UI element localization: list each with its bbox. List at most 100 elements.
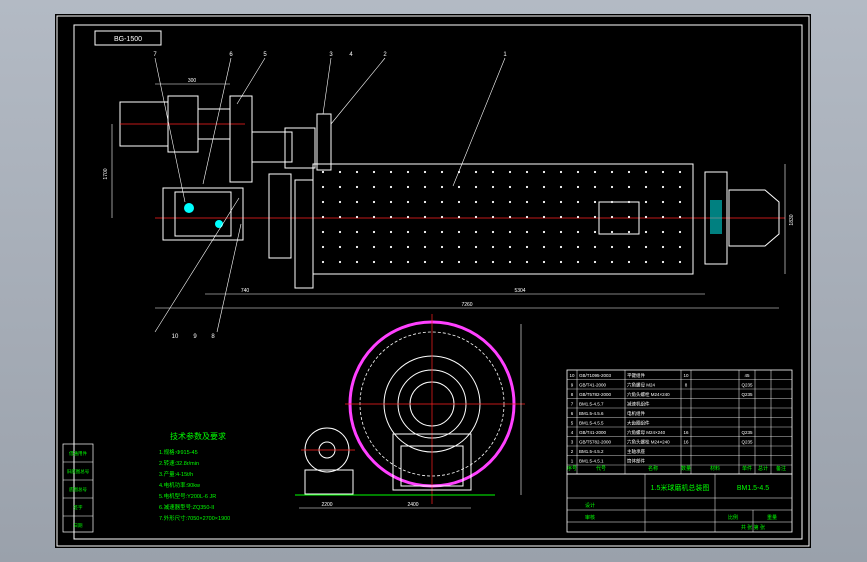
drum-bolt xyxy=(338,200,342,204)
drum-bolt xyxy=(491,170,495,174)
scale-label: 比例 xyxy=(728,514,738,521)
drum-bolt xyxy=(440,230,444,234)
drum-bolt xyxy=(576,245,580,249)
drum-bolt xyxy=(627,185,631,189)
drum-bolt xyxy=(508,170,512,174)
drum-bolt xyxy=(576,215,580,219)
drum-bolt xyxy=(389,230,393,234)
drum-bolt xyxy=(474,245,478,249)
drum-bolt xyxy=(559,260,563,264)
drum-bolt xyxy=(559,230,563,234)
callout-2: 2 xyxy=(383,52,387,58)
drum-bolt xyxy=(338,215,342,219)
bom-cell: 8 xyxy=(571,392,574,397)
bom-cell: 4 xyxy=(571,430,574,435)
drum-bolt xyxy=(525,185,529,189)
dim-left-height: 1700 xyxy=(103,168,109,179)
bom-header-cell: 总计 xyxy=(758,465,768,472)
leader-2 xyxy=(330,57,386,125)
drum-bolt xyxy=(457,185,461,189)
drum-bolt xyxy=(678,260,682,264)
bom-cell: GB/T5782-2000 xyxy=(579,392,612,397)
callout-4: 4 xyxy=(349,52,353,58)
front-view: 2200 2400 xyxy=(295,314,525,509)
drum-bolt xyxy=(610,215,614,219)
drum-bolt xyxy=(559,170,563,174)
bom-cell: Q235 xyxy=(741,392,753,397)
drum-bolt xyxy=(355,230,359,234)
callout-3: 3 xyxy=(329,52,333,58)
drum-bolt xyxy=(576,230,580,234)
title-block-frame xyxy=(566,473,793,533)
bom-header-cell: 材料 xyxy=(710,465,720,472)
drum-bolt xyxy=(372,215,376,219)
drum-bolt xyxy=(355,215,359,219)
callout-1: 1 xyxy=(503,52,507,58)
bom-cell: GB/T5782-2000 xyxy=(579,440,612,445)
drum-bolt xyxy=(491,185,495,189)
leader-5 xyxy=(236,57,266,105)
drum-bolt xyxy=(423,170,427,174)
drum-bolt xyxy=(661,185,665,189)
tech-line-5: 5.电机型号:Y200L-6 JR xyxy=(159,492,216,500)
bom-table: 10 GB/T1095-2003 平键组件 10 459 GB/T41-2000 六角螺母 … xyxy=(566,369,793,475)
drum-bolt xyxy=(491,230,495,234)
bom-cell: 8 xyxy=(685,383,688,388)
drum-bolt xyxy=(389,200,393,204)
drum-bolt xyxy=(491,215,495,219)
bom-header-cell: 单件 xyxy=(742,465,752,472)
dim-bottom-b: 5304 xyxy=(514,288,525,294)
drum-bolt xyxy=(321,260,325,264)
drum-bolt xyxy=(457,200,461,204)
drum-bolt xyxy=(440,260,444,264)
drum-bolt xyxy=(423,200,427,204)
bom-cell: 主轴承座 xyxy=(627,448,645,455)
callout-10: 10 xyxy=(172,334,179,340)
drum-bolt xyxy=(627,260,631,264)
drum-bolt xyxy=(406,215,410,219)
drum-bolt xyxy=(627,170,631,174)
bom-cell: 电机组件 xyxy=(627,410,645,417)
drum-bolt xyxy=(644,230,648,234)
bom-cell: 7 xyxy=(571,402,574,407)
sheet-label: 共 张 第 张 xyxy=(741,524,765,531)
cad-viewport[interactable]: BG-1500 300 1700 740 5304 7260 1830 7 6 … xyxy=(0,0,867,562)
bearing-right-core xyxy=(710,200,722,234)
drum-bolt xyxy=(678,200,682,204)
drum-bolt xyxy=(559,215,563,219)
drum-bolt xyxy=(508,215,512,219)
drum-bolt xyxy=(610,245,614,249)
drum-bolt xyxy=(423,185,427,189)
drum-bolt xyxy=(406,230,410,234)
title-tag: BG-1500 xyxy=(114,36,142,43)
drum-bolt xyxy=(593,230,597,234)
drum-bolt xyxy=(389,170,393,174)
drawing-no: BM1.5-4.5 xyxy=(737,485,769,492)
drum-bolt xyxy=(491,260,495,264)
bom-cell: 16 xyxy=(683,430,689,435)
drum-bolt xyxy=(406,260,410,264)
drum-bolt xyxy=(321,200,325,204)
top-view: 300 1700 740 5304 7260 1830 7 6 5 3 4 2 … xyxy=(103,52,795,340)
drum-bolt xyxy=(661,260,665,264)
drum-bolt xyxy=(593,260,597,264)
leader-7 xyxy=(154,57,186,203)
drum-bolt xyxy=(423,215,427,219)
drum-bolt xyxy=(610,170,614,174)
drum-bolt xyxy=(457,215,461,219)
bom-cell: 10 xyxy=(683,373,689,378)
drum-bolt xyxy=(644,260,648,264)
callout-7: 7 xyxy=(153,52,157,58)
drum-bolt xyxy=(627,245,631,249)
drum-bolt xyxy=(542,230,546,234)
tech-notes: 技术参数及要求 1.规格:Φ915-45 2.转速:32.8r/min 3.产量… xyxy=(159,431,230,522)
bom-cell: 1 xyxy=(571,459,574,464)
gearbox xyxy=(229,95,253,183)
bom-cell: BM1.5-4.5.6 xyxy=(579,411,604,416)
drum-bolt xyxy=(559,245,563,249)
bom-cell: 6 xyxy=(571,411,574,416)
callout-5: 5 xyxy=(263,52,267,58)
bom-cell: 六角螺母 M24 xyxy=(627,382,656,389)
drum-bolt xyxy=(661,245,665,249)
bom-cell: BM1.5-4.5.5 xyxy=(579,421,604,426)
